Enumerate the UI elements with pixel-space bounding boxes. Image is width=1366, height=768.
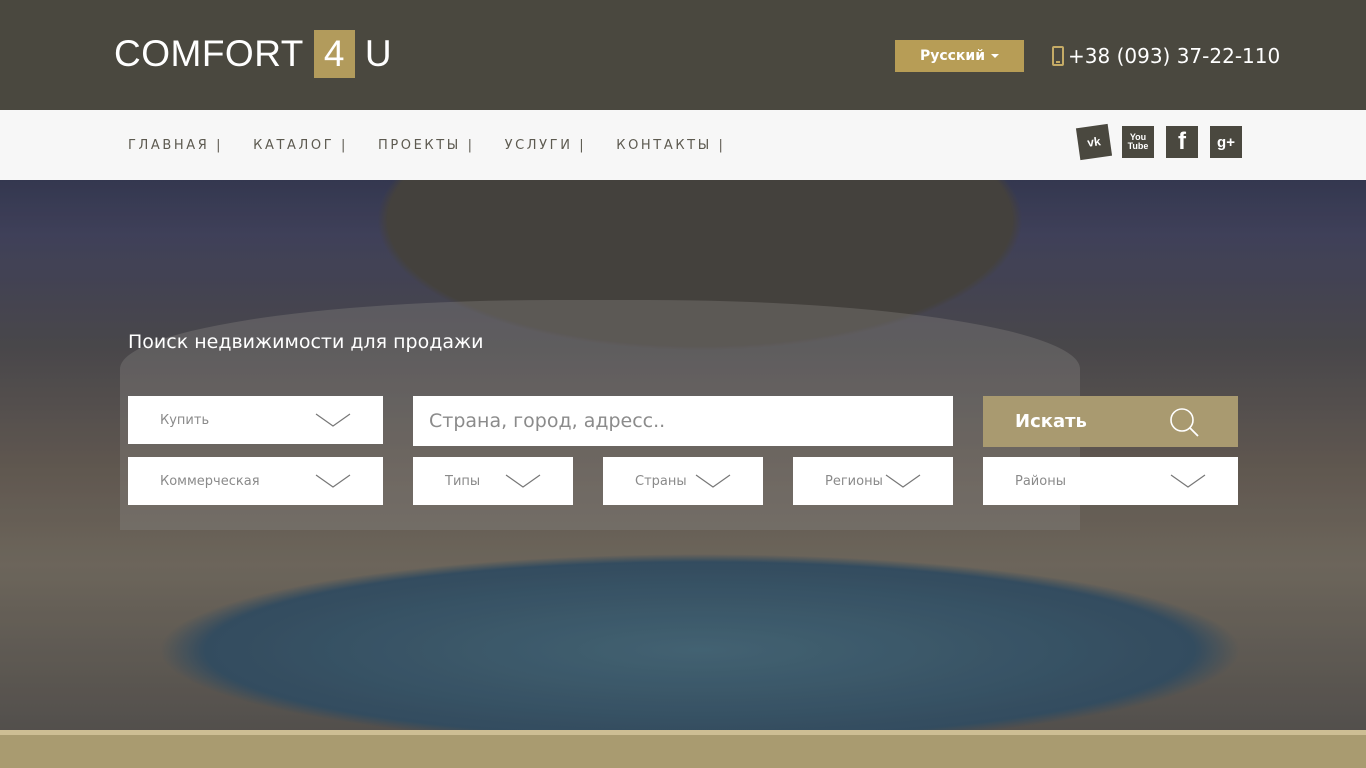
logo-number-box: 4 bbox=[313, 30, 355, 78]
youtube-label-bottom: Tube bbox=[1127, 141, 1149, 151]
districts-value: Районы bbox=[1015, 473, 1066, 489]
districts-select[interactable]: Районы bbox=[983, 457, 1238, 505]
phone-number: +38 (093) 37-22-110 bbox=[1068, 44, 1281, 68]
search-button-label: Искать bbox=[1015, 411, 1087, 432]
chevron-down-icon bbox=[1170, 474, 1206, 488]
chevron-down-icon bbox=[315, 413, 351, 427]
facebook-label: f bbox=[1178, 128, 1186, 155]
language-selected: Русский bbox=[919, 48, 986, 64]
caret-down-icon bbox=[991, 54, 1000, 58]
google-plus-label: g+ bbox=[1217, 133, 1235, 151]
mobile-phone-icon bbox=[1052, 46, 1064, 66]
chevron-down-icon bbox=[315, 474, 351, 488]
logo-text-left: COMFORT bbox=[114, 33, 304, 74]
nav-item-home[interactable]: ГЛАВНАЯ | bbox=[128, 138, 223, 153]
top-header: COMFORT 4 U Русский +38 (093) 37-22-110 bbox=[0, 0, 1366, 110]
nav-item-contacts[interactable]: КОНТАКТЫ | bbox=[616, 138, 725, 153]
deal-type-value: Купить bbox=[160, 412, 210, 428]
google-plus-icon[interactable]: g+ bbox=[1210, 126, 1242, 158]
main-nav: ГЛАВНАЯ | КАТАЛОГ | ПРОЕКТЫ | УСЛУГИ | К… bbox=[128, 110, 755, 180]
location-search-input[interactable] bbox=[413, 396, 953, 446]
regions-value: Регионы bbox=[825, 473, 883, 489]
vk-icon[interactable]: vk bbox=[1075, 123, 1113, 161]
search-icon bbox=[1170, 408, 1199, 437]
property-category-select[interactable]: Коммерческая bbox=[128, 457, 383, 505]
chevron-down-icon bbox=[885, 474, 921, 488]
facebook-icon[interactable]: f bbox=[1166, 126, 1198, 158]
property-category-value: Коммерческая bbox=[160, 473, 260, 489]
vk-label: vk bbox=[1086, 134, 1102, 150]
types-select[interactable]: Типы bbox=[413, 457, 573, 505]
search-button[interactable]: Искать bbox=[983, 396, 1238, 447]
bottom-section-strip bbox=[0, 730, 1366, 768]
countries-value: Страны bbox=[635, 473, 687, 489]
logo[interactable]: COMFORT 4 U bbox=[114, 30, 392, 78]
nav-item-services[interactable]: УСЛУГИ | bbox=[505, 138, 587, 153]
chevron-down-icon bbox=[695, 474, 731, 488]
nav-item-catalog[interactable]: КАТАЛОГ | bbox=[253, 138, 348, 153]
regions-select[interactable]: Регионы bbox=[793, 457, 953, 505]
youtube-icon[interactable]: You Tube bbox=[1122, 126, 1154, 158]
chevron-down-icon bbox=[505, 474, 541, 488]
hero-search-section: Поиск недвижимости для продажи Купить Ис… bbox=[0, 180, 1366, 730]
phone-contact[interactable]: +38 (093) 37-22-110 bbox=[1052, 42, 1280, 70]
nav-item-projects[interactable]: ПРОЕКТЫ | bbox=[378, 138, 475, 153]
countries-select[interactable]: Страны bbox=[603, 457, 763, 505]
social-links: vk You Tube f g+ bbox=[1075, 123, 1242, 161]
types-value: Типы bbox=[445, 473, 481, 489]
language-dropdown[interactable]: Русский bbox=[895, 40, 1024, 72]
logo-text-right: U bbox=[364, 33, 393, 74]
search-title: Поиск недвижимости для продажи bbox=[128, 331, 484, 353]
deal-type-select[interactable]: Купить bbox=[128, 396, 383, 444]
